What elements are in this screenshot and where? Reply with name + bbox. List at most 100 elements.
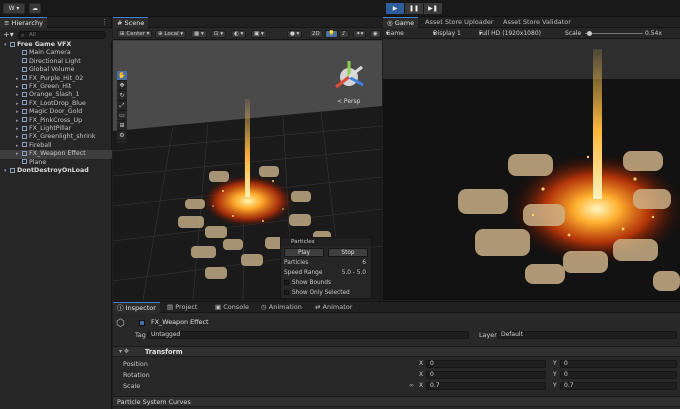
tab-asset-store-validator[interactable]: Asset Store Validator [499,17,575,28]
rotation-y-field[interactable]: 0 [560,371,677,379]
resolution-dropdown[interactable]: Full HD (1920x1080) ▾ [479,28,541,39]
curves-header[interactable]: Particle System Curves [113,396,680,407]
hierarchy-item[interactable]: ▸ FX_Greenlight_shrink [0,133,112,141]
hierarchy-item[interactable]: ▸ Orange_Slash_1 [0,91,112,99]
particles-count-row: Particles 6 [284,259,368,268]
position-x-field[interactable]: 0 [426,360,546,368]
tab-scene-label: Scene [124,19,145,27]
scene-camera-icon[interactable]: ◉ [370,30,381,38]
tab-project-label: Project [175,303,198,311]
game-light-beam [593,49,602,199]
particles-play-button[interactable]: Play [284,248,324,257]
layer-dropdown[interactable]: Default [497,331,677,339]
tab-animation[interactable]: ◷ Animation [257,302,306,313]
snap-increment-icon[interactable]: ⊡ ▾ [211,30,227,38]
particles-speed-label: Speed Range [284,270,323,276]
transform-title: Transform [145,348,183,356]
hierarchy-item-label: FX_Greenlight_shrink [29,133,96,141]
gameobject-cube-icon: ⬡ [116,318,125,329]
hierarchy-item-label: FX_LootDrop_Blue [29,99,86,107]
hierarchy-menu-icon[interactable]: ⋮ [101,17,108,28]
hierarchy-item-label: Fireball [29,141,52,149]
hierarchy-item[interactable]: ▾ Free Game VFX [0,41,112,49]
particles-count-label: Particles [284,260,309,266]
scale-x-field[interactable]: 0.7 [426,382,546,390]
game-viewport[interactable] [383,39,680,300]
hierarchy-item[interactable]: ▾ DontDestroyOnLoad [0,167,112,175]
gameobject-icon [22,133,27,139]
constrain-proportions-icon[interactable]: ∞ [409,381,414,391]
particles-stop-button[interactable]: Stop [328,248,368,257]
scale-slider-thumb[interactable] [587,31,592,36]
render-mode-icon[interactable]: ▣ ▾ [251,30,267,38]
hierarchy-item[interactable]: ▸ FX_LootDrop_Blue [0,100,112,108]
inspector-tabbar: ⓘ Inspector ▤ Project ▣ Console ◷ Animat… [113,302,680,313]
hierarchy-item[interactable]: ▸ FX_PinkCross_Up [0,117,112,125]
effects-toggle-icon[interactable]: ✦▾ [353,30,367,38]
active-checkbox[interactable] [139,320,145,326]
display-dropdown[interactable]: Display 1 ▾ [433,28,461,39]
hierarchy-item-label: FX_Purple_Hit_02 [29,74,84,82]
lighting-toggle-icon[interactable]: 💡 [325,30,338,38]
shading-mode-icon[interactable]: ● ▾ [287,30,303,38]
hierarchy-item[interactable]: ▸ FX_Green_Hit [0,83,112,91]
hierarchy-item[interactable]: Plane [0,159,112,167]
show-bounds-checkbox[interactable] [284,279,289,285]
tab-project[interactable]: ▤ Project [163,302,201,313]
2d-toggle[interactable]: 2D [309,30,323,38]
transform-header[interactable]: ▾ ✥ Transform [113,346,680,357]
rotate-tool-icon[interactable]: ↻ [117,91,127,101]
hierarchy-search-input[interactable]: ⌕ All [18,31,106,39]
transform-tool-icon[interactable]: ⊞ [117,121,127,131]
tab-scene[interactable]: # Scene [113,17,149,28]
draw-mode-icon[interactable]: ◐ ▾ [231,30,247,38]
hierarchy-item[interactable]: ▸ FX_Purple_Hit_02 [0,75,112,83]
show-selected-checkbox[interactable] [284,289,289,295]
object-name-field[interactable]: FX_Weapon Effect [151,317,208,327]
scale-slider-track[interactable] [585,33,643,34]
tab-console[interactable]: ▣ Console [211,302,253,313]
play-button[interactable]: ▶ [386,3,404,14]
position-y-field[interactable]: 0 [560,360,677,368]
step-button[interactable]: ▶❚ [424,3,442,14]
scale-y-field[interactable]: 0.7 [560,382,677,390]
move-tool-icon[interactable]: ✥ [117,81,127,91]
hierarchy-item[interactable]: ▸ FX_Weapon Effect [0,150,112,159]
tab-hierarchy-label: Hierarchy [11,19,43,27]
pivot-dropdown[interactable]: ⊞ Center ▾ [117,30,153,38]
particles-title: Particles [281,238,371,246]
persp-label[interactable]: < Persp [337,98,360,105]
rotation-x-field[interactable]: 0 [426,371,546,379]
position-x-value: 0 [430,360,434,367]
game-mode-dropdown[interactable]: Game ▾ [386,28,404,39]
pause-button[interactable]: ❚❚ [405,3,423,14]
tab-hierarchy[interactable]: ≡ Hierarchy [0,17,47,28]
scale-tool-icon[interactable]: ⤢ [117,101,127,111]
grid-snap-icon[interactable]: ▦ ▾ [191,30,207,38]
tab-game[interactable]: ◎ Game [383,17,419,28]
show-bounds-label: Show Bounds [292,280,332,286]
cloud-icon[interactable]: ☁ [29,3,41,14]
show-bounds-row[interactable]: Show Bounds [284,279,368,288]
tab-asset-store-uploader[interactable]: Asset Store Uploader [421,17,498,28]
show-selected-row[interactable]: Show Only Selected [284,289,368,298]
space-dropdown[interactable]: ⊕ Local ▾ [155,30,187,38]
add-icon[interactable]: +▾ [3,29,14,41]
audio-toggle-icon[interactable]: ♪ [339,30,349,38]
hierarchy-item[interactable]: ▸ Fireball [0,142,112,150]
tag-dropdown[interactable]: Untagged [147,331,469,339]
hierarchy-item[interactable]: ▸ Magic Door_Gold [0,108,112,116]
tab-animator[interactable]: ⇄ Animator [311,302,356,313]
hand-tool-icon[interactable]: ✋ [117,71,127,81]
2d-label: 2D [312,31,320,37]
account-button[interactable]: W ▾ [3,3,25,14]
hierarchy-item[interactable]: Directional Light [0,58,112,66]
hierarchy-item[interactable]: Global Volume [0,66,112,74]
custom-tool-icon[interactable]: ⚙ [117,131,127,141]
rect-tool-icon[interactable]: ▭ [117,111,127,121]
tab-inspector[interactable]: ⓘ Inspector [113,302,160,313]
rotation-label: Rotation [123,371,150,379]
game-mode-label: Game [386,30,404,37]
hierarchy-item[interactable]: ▸ FX_LightPillar [0,125,112,133]
hierarchy-item[interactable]: Main Camera [0,49,112,57]
